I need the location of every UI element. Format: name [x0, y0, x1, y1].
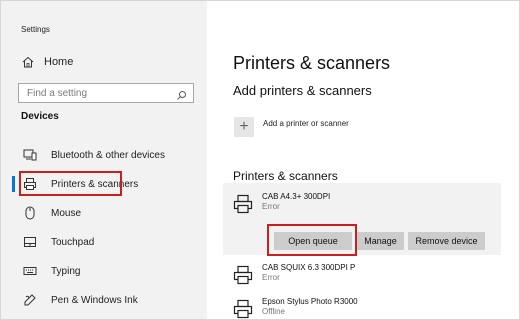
sidebar-item-label: Touchpad: [51, 236, 95, 248]
settings-window: Settings Home Devices Bluetooth & other …: [0, 0, 520, 320]
search-box[interactable]: [18, 83, 194, 103]
sidebar-item-label: Printers & scanners: [51, 178, 139, 190]
sidebar-item-typing[interactable]: Typing: [14, 258, 204, 284]
add-printer-button[interactable]: +: [234, 117, 254, 137]
home-label: Home: [44, 56, 74, 68]
section-header-devices: Devices: [21, 111, 59, 122]
printer-status: Offline: [262, 307, 285, 316]
search-input[interactable]: [25, 86, 179, 100]
search-icon: [176, 88, 187, 100]
sidebar-item-label: Mouse: [51, 207, 82, 219]
sidebar-item-bluetooth[interactable]: Bluetooth & other devices: [14, 142, 204, 168]
app-title: Settings: [21, 25, 50, 34]
sidebar-item-label: Bluetooth & other devices: [51, 149, 165, 161]
bluetooth-devices-icon: [23, 148, 37, 162]
sidebar-item-mouse[interactable]: Mouse: [14, 200, 204, 226]
mouse-icon: [23, 206, 37, 220]
printer-name: Epson Stylus Photo R3000: [262, 297, 358, 306]
sidebar-item-pen[interactable]: Pen & Windows Ink: [14, 287, 204, 313]
printer-name: CAB SQUIX 6.3 300DPI P: [262, 263, 356, 272]
printer-status: Error: [262, 202, 280, 211]
manage-button[interactable]: Manage: [357, 232, 404, 250]
printer-icon: [233, 265, 253, 285]
printer-icon: [233, 299, 253, 319]
add-section-title: Add printers & scanners: [233, 83, 372, 98]
add-printer-label[interactable]: Add a printer or scanner: [263, 119, 349, 128]
printer-status: Error: [262, 273, 280, 282]
sidebar-item-label: Typing: [51, 265, 81, 277]
printer-item[interactable]: Epson Stylus Photo R3000 Offline: [233, 297, 358, 319]
printer-name: CAB A4.3+ 300DPI: [262, 192, 331, 201]
pen-icon: [23, 293, 37, 307]
sidebar-item-touchpad[interactable]: Touchpad: [14, 229, 204, 255]
plus-icon: +: [239, 118, 249, 135]
printer-item[interactable]: CAB SQUIX 6.3 300DPI P Error: [233, 263, 355, 285]
main-content: Printers & scanners Add printers & scann…: [207, 1, 519, 319]
home-link[interactable]: Home: [21, 52, 201, 72]
printer-icon: [23, 177, 37, 191]
printer-item[interactable]: CAB A4.3+ 300DPI Error: [233, 192, 330, 214]
touchpad-icon: [23, 235, 37, 249]
remove-device-button[interactable]: Remove device: [408, 232, 485, 250]
sidebar-item-label: Pen & Windows Ink: [51, 294, 138, 306]
home-icon: [21, 55, 35, 69]
printer-icon: [233, 194, 253, 214]
open-queue-button[interactable]: Open queue: [274, 232, 352, 250]
sidebar-item-printers[interactable]: Printers & scanners: [12, 171, 204, 197]
printer-list-title: Printers & scanners: [233, 169, 338, 183]
keyboard-icon: [23, 264, 37, 278]
sidebar: Settings Home Devices Bluetooth & other …: [1, 1, 207, 319]
page-title: Printers & scanners: [233, 53, 391, 73]
